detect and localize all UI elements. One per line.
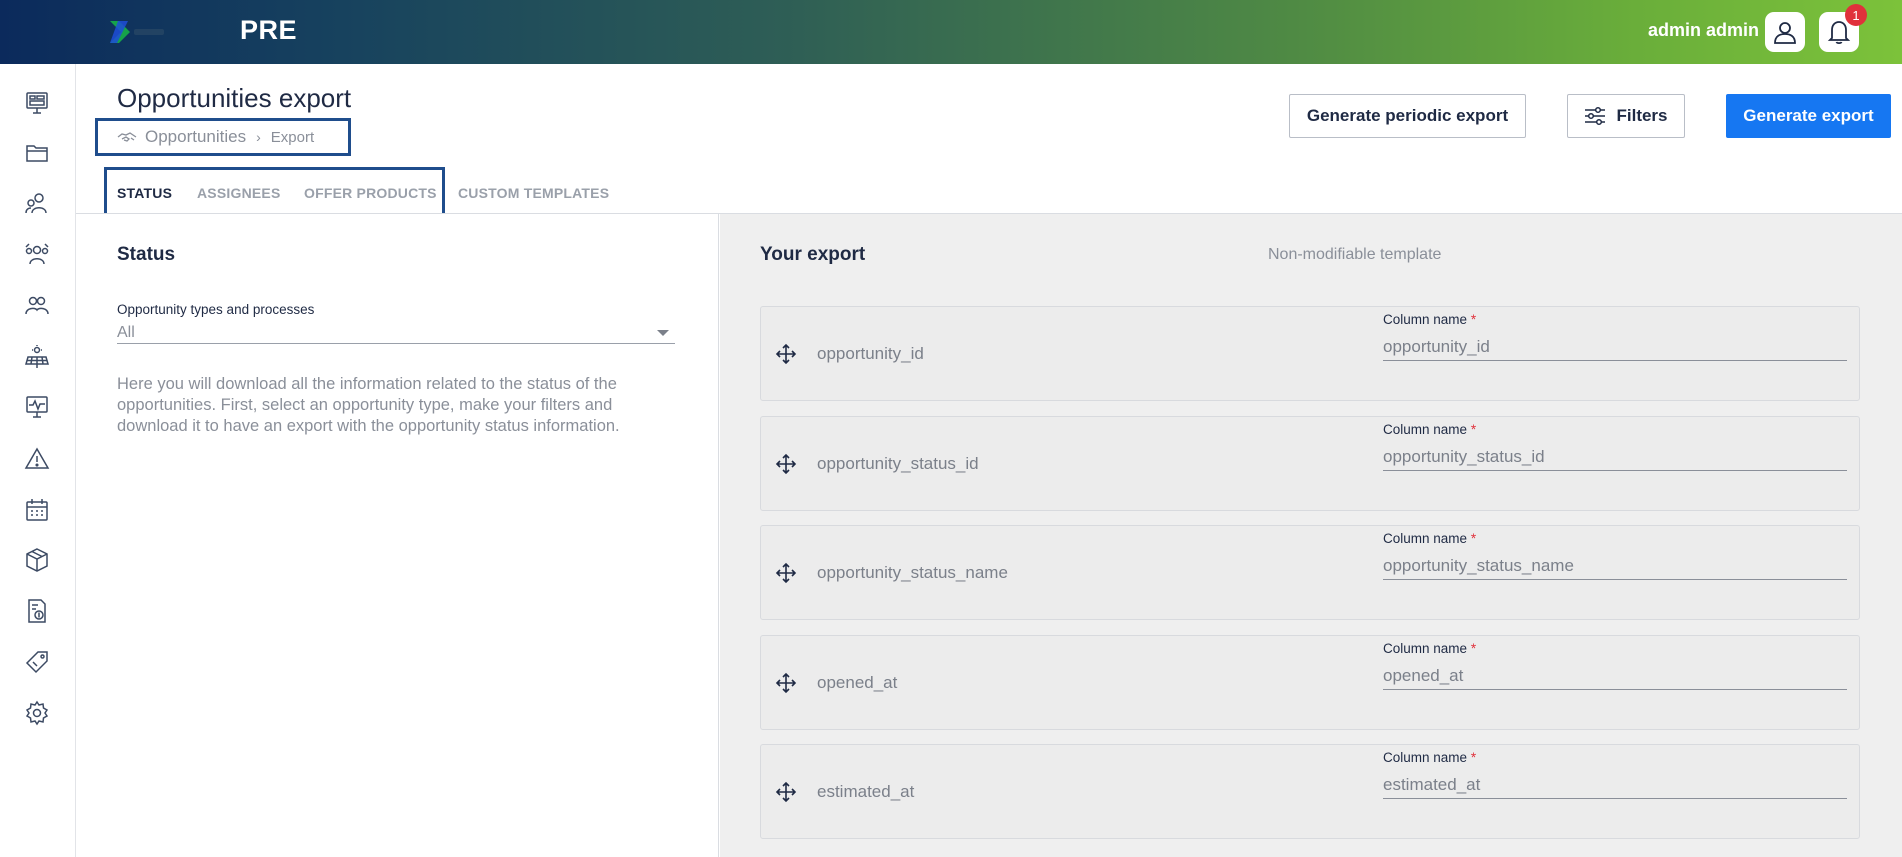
settings-icon	[25, 700, 49, 726]
chevron-down-icon	[657, 330, 669, 336]
user-menu-button[interactable]	[1765, 12, 1805, 52]
calendar-icon	[26, 499, 48, 521]
environment-label: PRE	[240, 15, 298, 45]
sidebar-item-monitoring[interactable]	[22, 392, 52, 422]
export-row[interactable]: opportunity_status_name Column name * op…	[760, 525, 1860, 620]
sidebar-item-installations[interactable]	[22, 342, 52, 372]
export-row[interactable]: opportunity_status_id Column name * oppo…	[760, 416, 1860, 511]
generate-periodic-export-button[interactable]: Generate periodic export	[1289, 94, 1526, 138]
tab-offer-products[interactable]: OFFER PRODUCTS	[304, 185, 437, 201]
column-name-label: Column name *	[1383, 641, 1477, 656]
warning-icon	[24, 447, 50, 469]
package-icon	[26, 548, 48, 572]
column-name-input[interactable]: estimated_at	[1383, 771, 1847, 799]
column-name-input[interactable]: opportunity_status_name	[1383, 552, 1847, 580]
column-name-label: Column name *	[1383, 312, 1477, 327]
template-note: Non-modifiable template	[1268, 246, 1442, 263]
drag-move-icon[interactable]	[775, 453, 797, 475]
drag-move-icon[interactable]	[775, 562, 797, 584]
export-row[interactable]: opened_at Column name * opened_at	[760, 635, 1860, 730]
export-field-name: opportunity_status_id	[817, 454, 979, 473]
export-field-name: estimated_at	[817, 782, 915, 801]
drag-move-icon[interactable]	[775, 672, 797, 694]
column-name-input[interactable]: opportunity_id	[1383, 333, 1847, 361]
sidebar-item-groups[interactable]	[22, 291, 52, 321]
export-row[interactable]: estimated_at Column name * estimated_at	[760, 744, 1860, 839]
breadcrumb: Opportunities › Export	[95, 118, 351, 156]
status-description: Here you will download all the informati…	[117, 375, 620, 435]
export-field-name: opportunity_status_name	[817, 563, 1008, 582]
folder-icon	[26, 145, 48, 162]
monitor-icon	[26, 396, 48, 418]
opportunity-types-label: Opportunity types and processes	[117, 302, 315, 317]
sidebar-item-contacts[interactable]	[22, 189, 52, 219]
sidebar-item-settings[interactable]	[22, 698, 52, 728]
sidebar-item-pricing[interactable]	[22, 647, 52, 677]
breadcrumb-separator: ›	[256, 129, 261, 145]
breadcrumb-export: Export	[270, 128, 315, 146]
sidebar-item-team[interactable]	[22, 240, 52, 270]
column-name-input[interactable]: opened_at	[1383, 662, 1847, 690]
solar-panel-icon	[25, 345, 49, 368]
sidebar-item-invoices[interactable]	[22, 596, 52, 626]
tab-custom-templates[interactable]: CUSTOM TEMPLATES	[458, 185, 609, 201]
opportunity-types-value: All	[117, 324, 135, 341]
column-name-label: Column name *	[1383, 750, 1477, 765]
export-field-name: opportunity_id	[817, 344, 924, 363]
sidebar-item-products[interactable]	[22, 545, 52, 575]
column-name-label: Column name *	[1383, 531, 1477, 546]
sidebar-item-calendar[interactable]	[22, 495, 52, 525]
your-export-title: Your export	[760, 244, 866, 265]
handshake-icon	[117, 132, 137, 142]
page-title: Opportunities export	[117, 83, 352, 113]
column-name-input[interactable]: opportunity_status_id	[1383, 443, 1847, 471]
drag-move-icon[interactable]	[775, 343, 797, 365]
sidebar-item-alerts[interactable]	[22, 444, 52, 474]
generate-export-button[interactable]: Generate export	[1726, 94, 1891, 138]
tab-status[interactable]: STATUS	[117, 185, 172, 201]
export-row[interactable]: opportunity_id Column name * opportunity…	[760, 306, 1860, 401]
sidebar-item-files[interactable]	[22, 138, 52, 168]
sliders-icon	[1585, 106, 1606, 126]
contacts-icon	[25, 193, 47, 214]
column-name-label: Column name *	[1383, 422, 1477, 437]
user-icon	[1774, 22, 1796, 44]
top-header: PRE admin admin 1	[0, 0, 1902, 64]
breadcrumb-opportunities[interactable]: Opportunities	[145, 127, 246, 147]
drag-move-icon[interactable]	[775, 781, 797, 803]
groups-icon	[25, 296, 49, 315]
filters-button[interactable]: Filters	[1567, 94, 1685, 138]
tab-assignees[interactable]: ASSIGNEES	[197, 185, 281, 201]
status-section-title: Status	[117, 244, 176, 265]
dashboard-icon	[26, 92, 48, 114]
team-icon	[25, 243, 49, 265]
sidebar-item-dashboard[interactable]	[22, 88, 52, 118]
export-field-name: opened_at	[817, 673, 898, 692]
filters-label: Filters	[1616, 106, 1668, 125]
user-name[interactable]: admin admin	[1648, 20, 1759, 41]
opportunity-types-select[interactable]: All	[117, 322, 675, 344]
tag-icon	[25, 651, 48, 674]
notification-badge: 1	[1845, 4, 1867, 26]
app-logo[interactable]	[108, 18, 168, 46]
invoice-icon	[28, 599, 46, 623]
